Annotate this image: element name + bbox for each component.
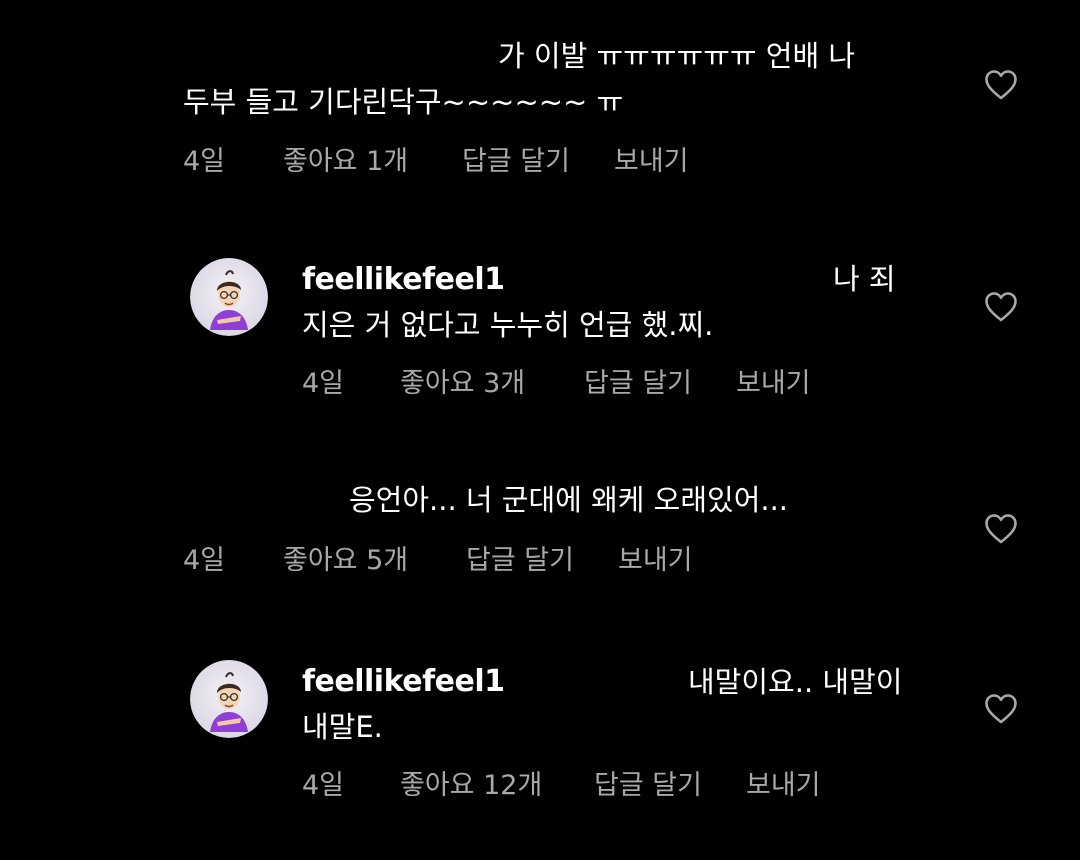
send-button[interactable]: 보내기: [614, 144, 689, 180]
comment-time: 4일: [183, 146, 226, 177]
reply-button[interactable]: 답글 달기: [462, 144, 570, 180]
comment-time: 4일: [302, 770, 345, 801]
likes-count-link[interactable]: 좋아요 12개: [400, 768, 542, 804]
comment-text-line: 내말E.: [302, 710, 383, 744]
comment-text-line: 지은 거 없다고 누누히 언급 했.찌.: [302, 308, 714, 342]
likes-count-link[interactable]: 좋아요 1개: [283, 144, 408, 180]
avatar[interactable]: [190, 258, 268, 336]
send-button[interactable]: 보내기: [618, 543, 693, 579]
heart-icon[interactable]: [984, 291, 1018, 323]
reply-button[interactable]: 답글 달기: [584, 366, 692, 402]
likes-count-link[interactable]: 좋아요 3개: [400, 366, 525, 402]
reply-button[interactable]: 답글 달기: [594, 768, 702, 804]
comment-text-line: 나 죄: [833, 262, 896, 296]
comment-text-line: 응언아... 너 군대에 왜케 오래있어...: [349, 483, 789, 517]
heart-icon[interactable]: [984, 69, 1018, 101]
heart-icon[interactable]: [984, 513, 1018, 545]
send-button[interactable]: 보내기: [736, 366, 811, 402]
comment-text-line: 가 이발 ㅠㅠㅠㅠㅠㅠ 언배 나: [498, 39, 856, 73]
comment-username[interactable]: feellikefeel1: [302, 260, 505, 300]
avatar[interactable]: [190, 660, 268, 738]
reply-button[interactable]: 답글 달기: [466, 543, 574, 579]
comment-time: 4일: [302, 368, 345, 399]
heart-icon[interactable]: [984, 693, 1018, 725]
comment-text-line: 두부 들고 기다린닥구~~~~~~ ㅠ: [183, 85, 624, 119]
comment-username[interactable]: feellikefeel1: [302, 662, 505, 702]
send-button[interactable]: 보내기: [746, 768, 821, 804]
likes-count-link[interactable]: 좋아요 5개: [283, 543, 408, 579]
comment-time: 4일: [183, 545, 226, 576]
comment-text-line: 내말이요.. 내말이: [688, 665, 903, 699]
